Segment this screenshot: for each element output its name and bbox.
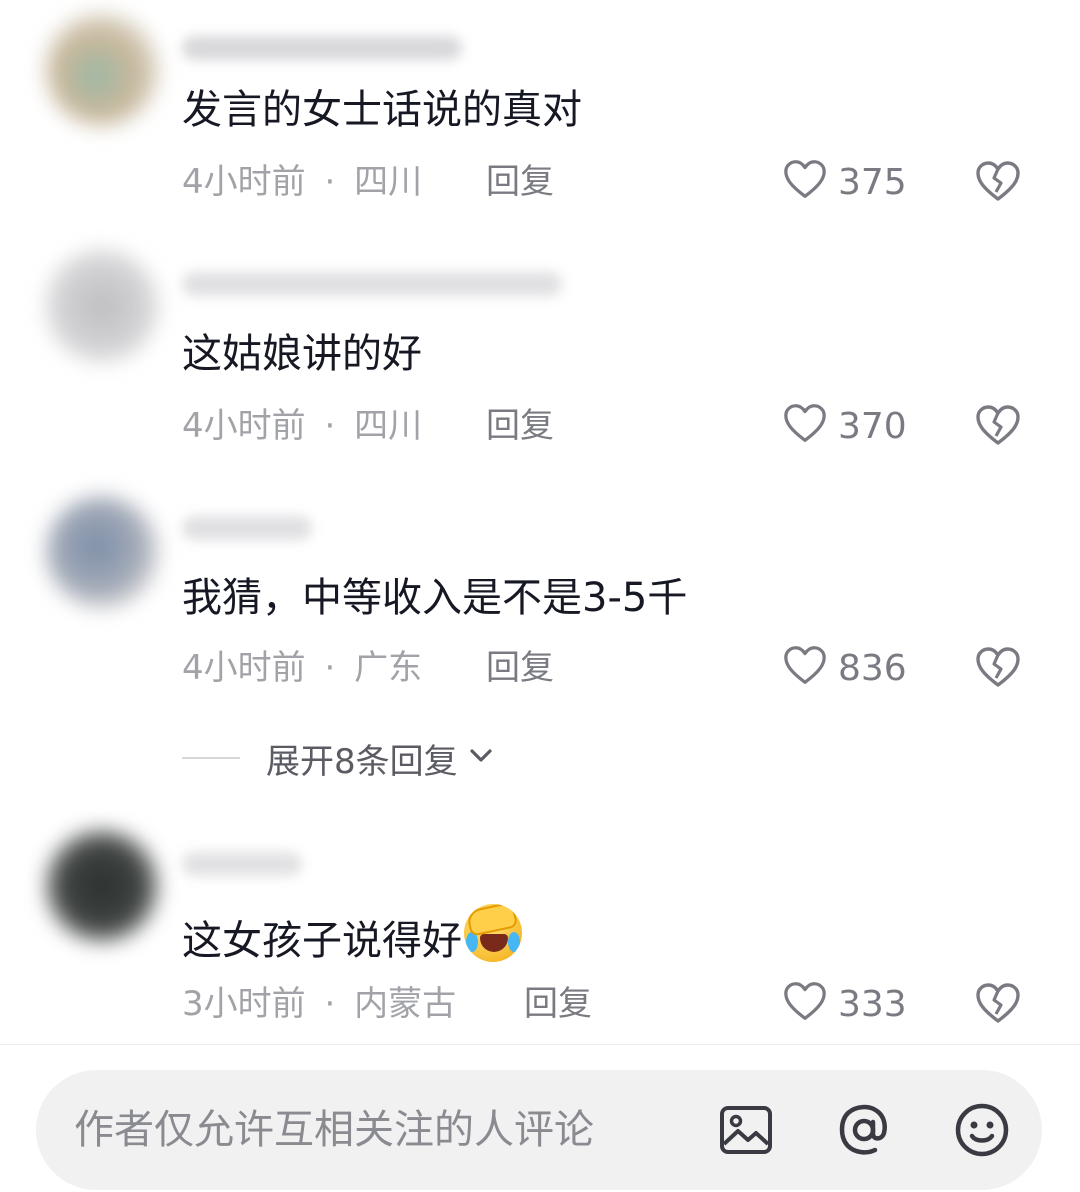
emoji-icon[interactable]	[952, 1100, 1012, 1160]
expand-divider-line	[182, 757, 240, 759]
reply-button[interactable]: 回复	[486, 404, 554, 448]
at-mention-icon[interactable]	[834, 1100, 894, 1160]
avatar[interactable]	[46, 496, 158, 608]
comment-text: 这姑娘讲的好	[182, 331, 422, 377]
reply-button[interactable]: 回复	[486, 160, 554, 204]
avatar[interactable]	[46, 830, 158, 942]
like-count: 370	[838, 405, 907, 447]
heart-icon	[782, 401, 828, 451]
avatar[interactable]	[46, 14, 158, 126]
meta-separator: ·	[324, 648, 336, 688]
comment-meta: 3小时前 · 内蒙古	[182, 982, 456, 1026]
expand-replies-button[interactable]: 展开8条回复	[182, 736, 496, 782]
comment-time: 4小时前	[182, 406, 306, 446]
broken-heart-icon	[974, 405, 1022, 454]
meta-separator: ·	[324, 162, 336, 202]
like-button[interactable]: 836	[782, 644, 907, 692]
comment-location: 四川	[354, 162, 423, 202]
reply-button[interactable]: 回复	[486, 646, 554, 690]
username-blurred[interactable]	[182, 36, 462, 60]
image-icon[interactable]	[716, 1100, 776, 1160]
face-palm-crying-emoji	[464, 904, 522, 962]
input-divider	[0, 1044, 1080, 1045]
comment-location: 广东	[354, 648, 423, 688]
dislike-button[interactable]	[974, 158, 1022, 206]
chevron-down-icon	[458, 741, 496, 775]
comment-text: 这女孩子说得好	[182, 904, 522, 967]
dislike-button[interactable]	[974, 980, 1022, 1028]
comment-meta: 4小时前 · 广东	[182, 646, 422, 690]
like-button[interactable]: 333	[782, 980, 907, 1028]
expand-replies-label: 展开8条回复	[266, 741, 458, 782]
comment-input-bar[interactable]: 作者仅允许互相关注的人评论	[36, 1070, 1042, 1190]
heart-icon	[782, 643, 828, 693]
dislike-button[interactable]	[974, 644, 1022, 692]
comment-location: 四川	[354, 406, 423, 446]
comment-time: 4小时前	[182, 648, 306, 688]
comment-text-content: 这女孩子说得好	[182, 918, 462, 964]
meta-separator: ·	[324, 406, 336, 446]
dislike-button[interactable]	[974, 402, 1022, 450]
heart-icon	[782, 157, 828, 207]
heart-icon	[782, 979, 828, 1029]
broken-heart-icon	[974, 983, 1022, 1032]
like-button[interactable]: 375	[782, 158, 907, 206]
username-blurred[interactable]	[182, 272, 562, 296]
username-blurred[interactable]	[182, 852, 302, 876]
comment-meta: 4小时前 · 四川	[182, 404, 422, 448]
like-count: 333	[838, 983, 907, 1025]
like-button[interactable]: 370	[782, 402, 907, 450]
comment-text: 发言的女士话说的真对	[182, 87, 582, 133]
broken-heart-icon	[974, 161, 1022, 210]
like-count: 836	[838, 647, 907, 689]
reply-button[interactable]: 回复	[524, 982, 592, 1026]
comment-location: 内蒙古	[354, 984, 457, 1024]
broken-heart-icon	[974, 647, 1022, 696]
comment-input-placeholder[interactable]: 作者仅允许互相关注的人评论	[74, 1104, 594, 1156]
comment-time: 3小时前	[182, 984, 306, 1024]
meta-separator: ·	[324, 984, 336, 1024]
comment-text: 我猜，中等收入是不是3-5千	[182, 575, 688, 621]
comment-meta: 4小时前 · 四川	[182, 160, 422, 204]
comment-time: 4小时前	[182, 162, 306, 202]
username-blurred[interactable]	[182, 516, 312, 540]
avatar[interactable]	[46, 250, 158, 362]
like-count: 375	[838, 161, 907, 203]
